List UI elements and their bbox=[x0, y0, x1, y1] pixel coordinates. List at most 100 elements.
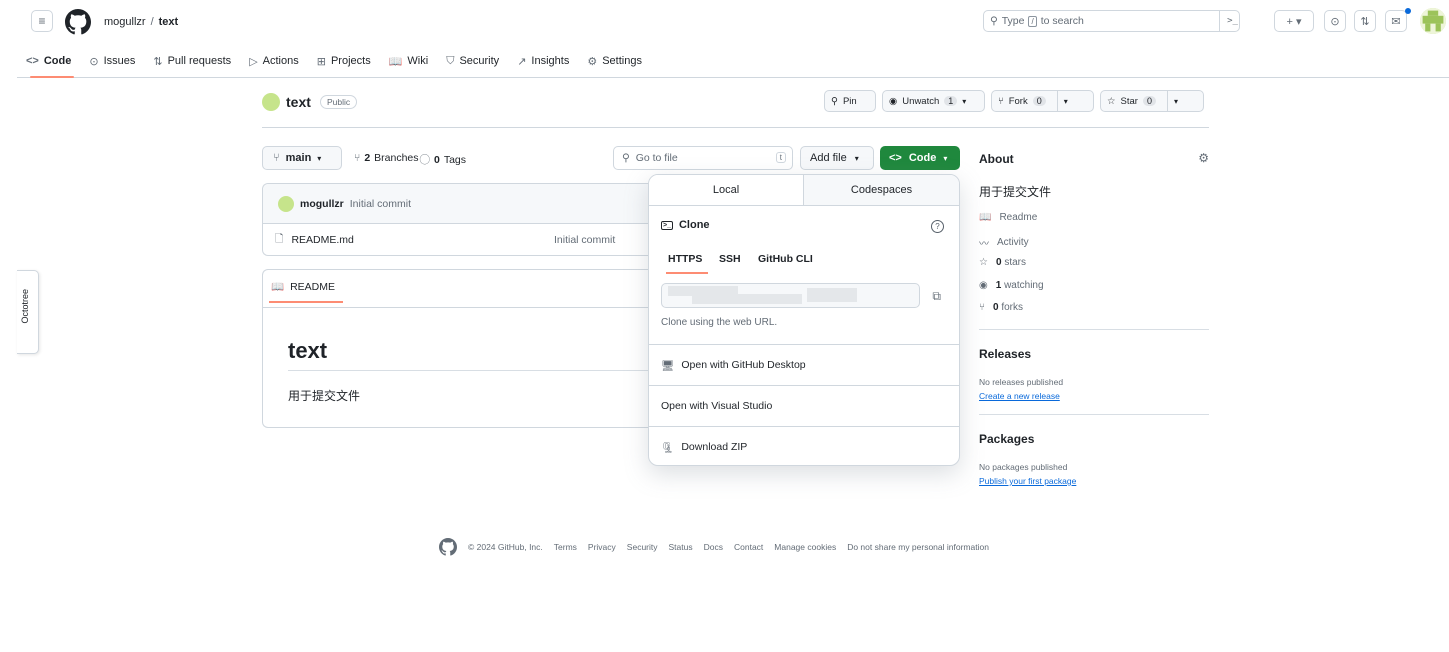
add-file-label: Add file bbox=[810, 152, 847, 164]
tab-settings[interactable]: ⚙ Settings bbox=[578, 48, 651, 74]
tab-insights[interactable]: ↗ Insights bbox=[508, 48, 578, 74]
go-to-file-placeholder: Go to file bbox=[635, 152, 678, 164]
releases-empty: No releases published bbox=[979, 377, 1064, 387]
tab-issues-label: Issues bbox=[103, 55, 136, 67]
search-input[interactable]: ⚲ Type / to search >_ bbox=[983, 10, 1240, 32]
download-zip[interactable]: 🗜 Download ZIP bbox=[649, 426, 959, 465]
footer-link-terms[interactable]: Terms bbox=[554, 542, 577, 552]
tab-pull-requests[interactable]: ⇅ Pull requests bbox=[144, 48, 240, 74]
footer-link-manage-cookies[interactable]: Manage cookies bbox=[774, 542, 836, 552]
unwatch-label: Unwatch bbox=[902, 95, 940, 107]
tab-projects[interactable]: ⊞ Projects bbox=[308, 48, 380, 74]
question-icon[interactable]: ? bbox=[931, 220, 944, 233]
latest-commit: mogullzr Initial commit bbox=[263, 184, 662, 224]
inbox-icon[interactable]: ✉ bbox=[1385, 10, 1407, 32]
activity-link[interactable]: 〰 Activity bbox=[979, 235, 1029, 250]
readme-body: 用于提交文件 bbox=[288, 389, 361, 403]
repo-title[interactable]: text bbox=[286, 94, 311, 110]
readme-tab[interactable]: 📖 README bbox=[268, 280, 344, 303]
issues-icon[interactable]: ⊙ bbox=[1324, 10, 1346, 32]
search-icon: ⚲ bbox=[622, 152, 630, 164]
clone-heading: >_ Clone bbox=[661, 219, 710, 231]
issues-icon: ⊙ bbox=[89, 55, 99, 68]
footer-link-do-not-share[interactable]: Do not share my personal information bbox=[847, 542, 989, 552]
tab-local[interactable]: Local bbox=[649, 175, 804, 205]
tab-pull-requests-label: Pull requests bbox=[167, 55, 232, 67]
play-icon: ▷ bbox=[249, 55, 258, 68]
repo-owner-avatar bbox=[262, 93, 280, 111]
menu-icon[interactable]: ≡ bbox=[31, 10, 53, 32]
clone-url-input[interactable] bbox=[661, 283, 920, 308]
github-logo-icon[interactable] bbox=[65, 9, 91, 35]
dropdown-tabs: Local Codespaces bbox=[649, 175, 959, 206]
go-to-file-input[interactable]: ⚲ Go to file t bbox=[613, 146, 793, 170]
open-github-desktop[interactable]: 🖥 Open with GitHub Desktop bbox=[649, 344, 959, 385]
file-name[interactable]: README.md bbox=[291, 234, 353, 246]
tags-link[interactable]: ⃝0Tags bbox=[430, 152, 466, 167]
user-avatar[interactable] bbox=[1420, 8, 1446, 34]
code-button[interactable]: <> Code ▾ bbox=[880, 146, 960, 170]
protocol-github-cli[interactable]: GitHub CLI bbox=[758, 253, 813, 265]
forks-link[interactable]: ⑂ 0 forks bbox=[979, 302, 1023, 313]
tab-codespaces[interactable]: Codespaces bbox=[804, 175, 959, 205]
gear-icon[interactable]: ⚙ bbox=[1198, 151, 1209, 165]
code-button-label: Code bbox=[908, 152, 937, 164]
star-button[interactable]: ☆ Star 0 ▾ bbox=[1100, 90, 1204, 112]
add-file-button[interactable]: Add file ▾ bbox=[800, 146, 874, 170]
branch-selector[interactable]: ⑂ main ▾ bbox=[262, 146, 342, 170]
footer-link-privacy[interactable]: Privacy bbox=[588, 542, 616, 552]
pin-button[interactable]: ⚲ Pin bbox=[824, 90, 876, 112]
footer-link-status[interactable]: Status bbox=[669, 542, 693, 552]
star-dropdown-icon[interactable]: ▾ bbox=[1166, 91, 1178, 111]
open-desktop-label: Open with GitHub Desktop bbox=[681, 359, 806, 371]
branches-link[interactable]: ⑂ 2 Branches bbox=[354, 152, 419, 164]
watching-link[interactable]: ◉ 1 watching bbox=[979, 280, 1044, 291]
visibility-badge: Public bbox=[320, 95, 358, 109]
file-commit-message[interactable]: Initial commit bbox=[554, 234, 615, 246]
packages-title[interactable]: Packages bbox=[979, 432, 1034, 446]
fork-button[interactable]: ⑂ Fork 0 ▾ bbox=[991, 90, 1094, 112]
tags-label: Tags bbox=[443, 153, 467, 166]
command-palette-icon[interactable]: >_ bbox=[1219, 10, 1245, 32]
star-label: Star bbox=[1120, 95, 1138, 107]
breadcrumb-separator: / bbox=[150, 16, 154, 28]
protocol-ssh[interactable]: SSH bbox=[719, 253, 741, 265]
commit-author-avatar[interactable] bbox=[278, 195, 294, 212]
tab-issues[interactable]: ⊙ Issues bbox=[80, 48, 144, 74]
tab-actions[interactable]: ▷ Actions bbox=[240, 48, 308, 74]
octotree-toggle[interactable]: Octotree bbox=[17, 270, 39, 354]
stars-link[interactable]: ☆ 0 stars bbox=[979, 257, 1026, 268]
create-new-button[interactable]: + ▾ bbox=[1274, 10, 1314, 32]
footer-link-security[interactable]: Security bbox=[627, 542, 658, 552]
footer-copyright: © 2024 GitHub, Inc. bbox=[468, 542, 543, 552]
copy-icon[interactable]: ⧉ bbox=[932, 289, 941, 304]
tab-settings-label: Settings bbox=[602, 55, 642, 67]
readme-link[interactable]: 📖 Readme bbox=[979, 212, 1037, 223]
unwatch-button[interactable]: ◉ Unwatch 1 ▾ bbox=[882, 90, 985, 112]
open-visual-studio[interactable]: Open with Visual Studio bbox=[649, 385, 959, 426]
zip-icon: 🗜 bbox=[661, 441, 675, 454]
protocol-https[interactable]: HTTPS bbox=[665, 253, 709, 274]
footer-link-docs[interactable]: Docs bbox=[704, 542, 723, 552]
desktop-icon: 🖥 bbox=[661, 359, 675, 372]
create-release-link[interactable]: Create a new release bbox=[979, 391, 1060, 401]
chevron-down-icon: ▾ bbox=[943, 153, 948, 163]
tab-security[interactable]: ⛉ Security bbox=[437, 48, 508, 74]
releases-title[interactable]: Releases bbox=[979, 347, 1031, 361]
footer: © 2024 GitHub, Inc. Terms Privacy Securi… bbox=[439, 538, 989, 556]
github-logo-icon[interactable] bbox=[439, 538, 457, 556]
tab-wiki[interactable]: 📖 Wiki bbox=[380, 48, 437, 74]
tab-code[interactable]: <> Code bbox=[17, 48, 80, 78]
footer-link-contact[interactable]: Contact bbox=[734, 542, 763, 552]
breadcrumb-repo[interactable]: text bbox=[159, 16, 179, 28]
commit-message[interactable]: Initial commit bbox=[350, 198, 411, 210]
fork-dropdown-icon[interactable]: ▾ bbox=[1056, 91, 1068, 111]
breadcrumb-owner[interactable]: mogullzr bbox=[104, 16, 146, 28]
about-title: About bbox=[979, 152, 1014, 166]
readme-tab-label: README bbox=[290, 280, 336, 293]
stars-count: 0 bbox=[995, 257, 1002, 268]
file-row[interactable]: 🗋 README.md Initial commit bbox=[263, 224, 662, 256]
commit-author[interactable]: mogullzr bbox=[300, 198, 344, 210]
pull-requests-icon[interactable]: ⇅ bbox=[1354, 10, 1376, 32]
publish-package-link[interactable]: Publish your first package bbox=[979, 476, 1076, 486]
